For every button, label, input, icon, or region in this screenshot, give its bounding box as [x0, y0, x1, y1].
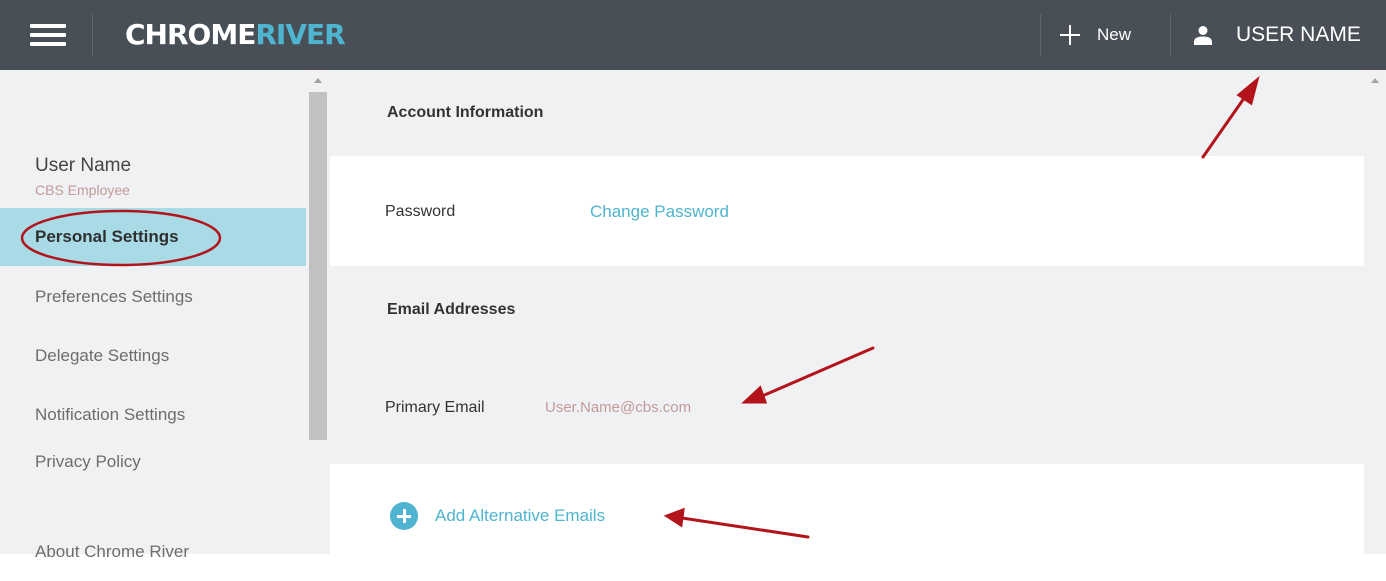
user-menu-button[interactable]: USER NAME [1193, 18, 1361, 52]
plus-icon [1060, 25, 1080, 45]
menu-icon[interactable] [30, 24, 66, 46]
user-name-label: USER NAME [1236, 23, 1361, 46]
email-addresses-section: Email Addresses Primary Email User.Name@… [330, 266, 1364, 464]
scroll-up-arrow-icon[interactable] [314, 78, 322, 83]
sidebar-scrollbar[interactable] [306, 70, 330, 554]
sidebar-item-privacy-policy[interactable]: Privacy Policy [0, 433, 306, 491]
top-bar: CHROMERIVER New USER NAME [0, 0, 1386, 70]
password-row: Password Change Password [330, 156, 1364, 266]
primary-email-label: Primary Email [385, 399, 485, 416]
divider [92, 14, 93, 56]
new-button-label: New [1097, 25, 1132, 44]
sidebar-item-preferences-settings[interactable]: Preferences Settings [0, 268, 306, 326]
sidebar-user-name: User Name [35, 155, 132, 176]
divider [1170, 14, 1171, 56]
add-alternative-emails-button[interactable]: Add Alternative Emails [390, 502, 605, 530]
sidebar-user-role: CBS Employee [35, 182, 130, 198]
chrome-river-logo: CHROMERIVER [125, 18, 346, 51]
sidebar-item-about-chrome-river[interactable]: About Chrome River [0, 523, 306, 581]
account-info-header: Account Information [330, 70, 1364, 156]
divider [1040, 14, 1041, 56]
change-password-link[interactable]: Change Password [590, 202, 729, 222]
main-content: Account Information Password Change Pass… [330, 70, 1364, 554]
primary-email-value: User.Name@cbs.com [545, 399, 692, 416]
email-addresses-title: Email Addresses [387, 301, 516, 318]
main-scrollbar[interactable] [1364, 70, 1386, 554]
user-icon [1194, 26, 1212, 45]
add-alternative-emails-label: Add Alternative Emails [435, 506, 606, 525]
sidebar-item-delegate-settings[interactable]: Delegate Settings [0, 327, 306, 385]
password-label: Password [385, 203, 456, 220]
sidebar-item-personal-settings[interactable]: Personal Settings [0, 208, 306, 266]
scrollbar-thumb[interactable] [309, 92, 327, 440]
scroll-up-arrow-icon[interactable] [1371, 78, 1379, 83]
settings-sidebar: User Name CBS Employee Personal Settings… [0, 70, 306, 561]
add-circle-icon [390, 502, 418, 530]
new-button[interactable]: New [1060, 18, 1131, 52]
account-information-title: Account Information [387, 104, 544, 121]
